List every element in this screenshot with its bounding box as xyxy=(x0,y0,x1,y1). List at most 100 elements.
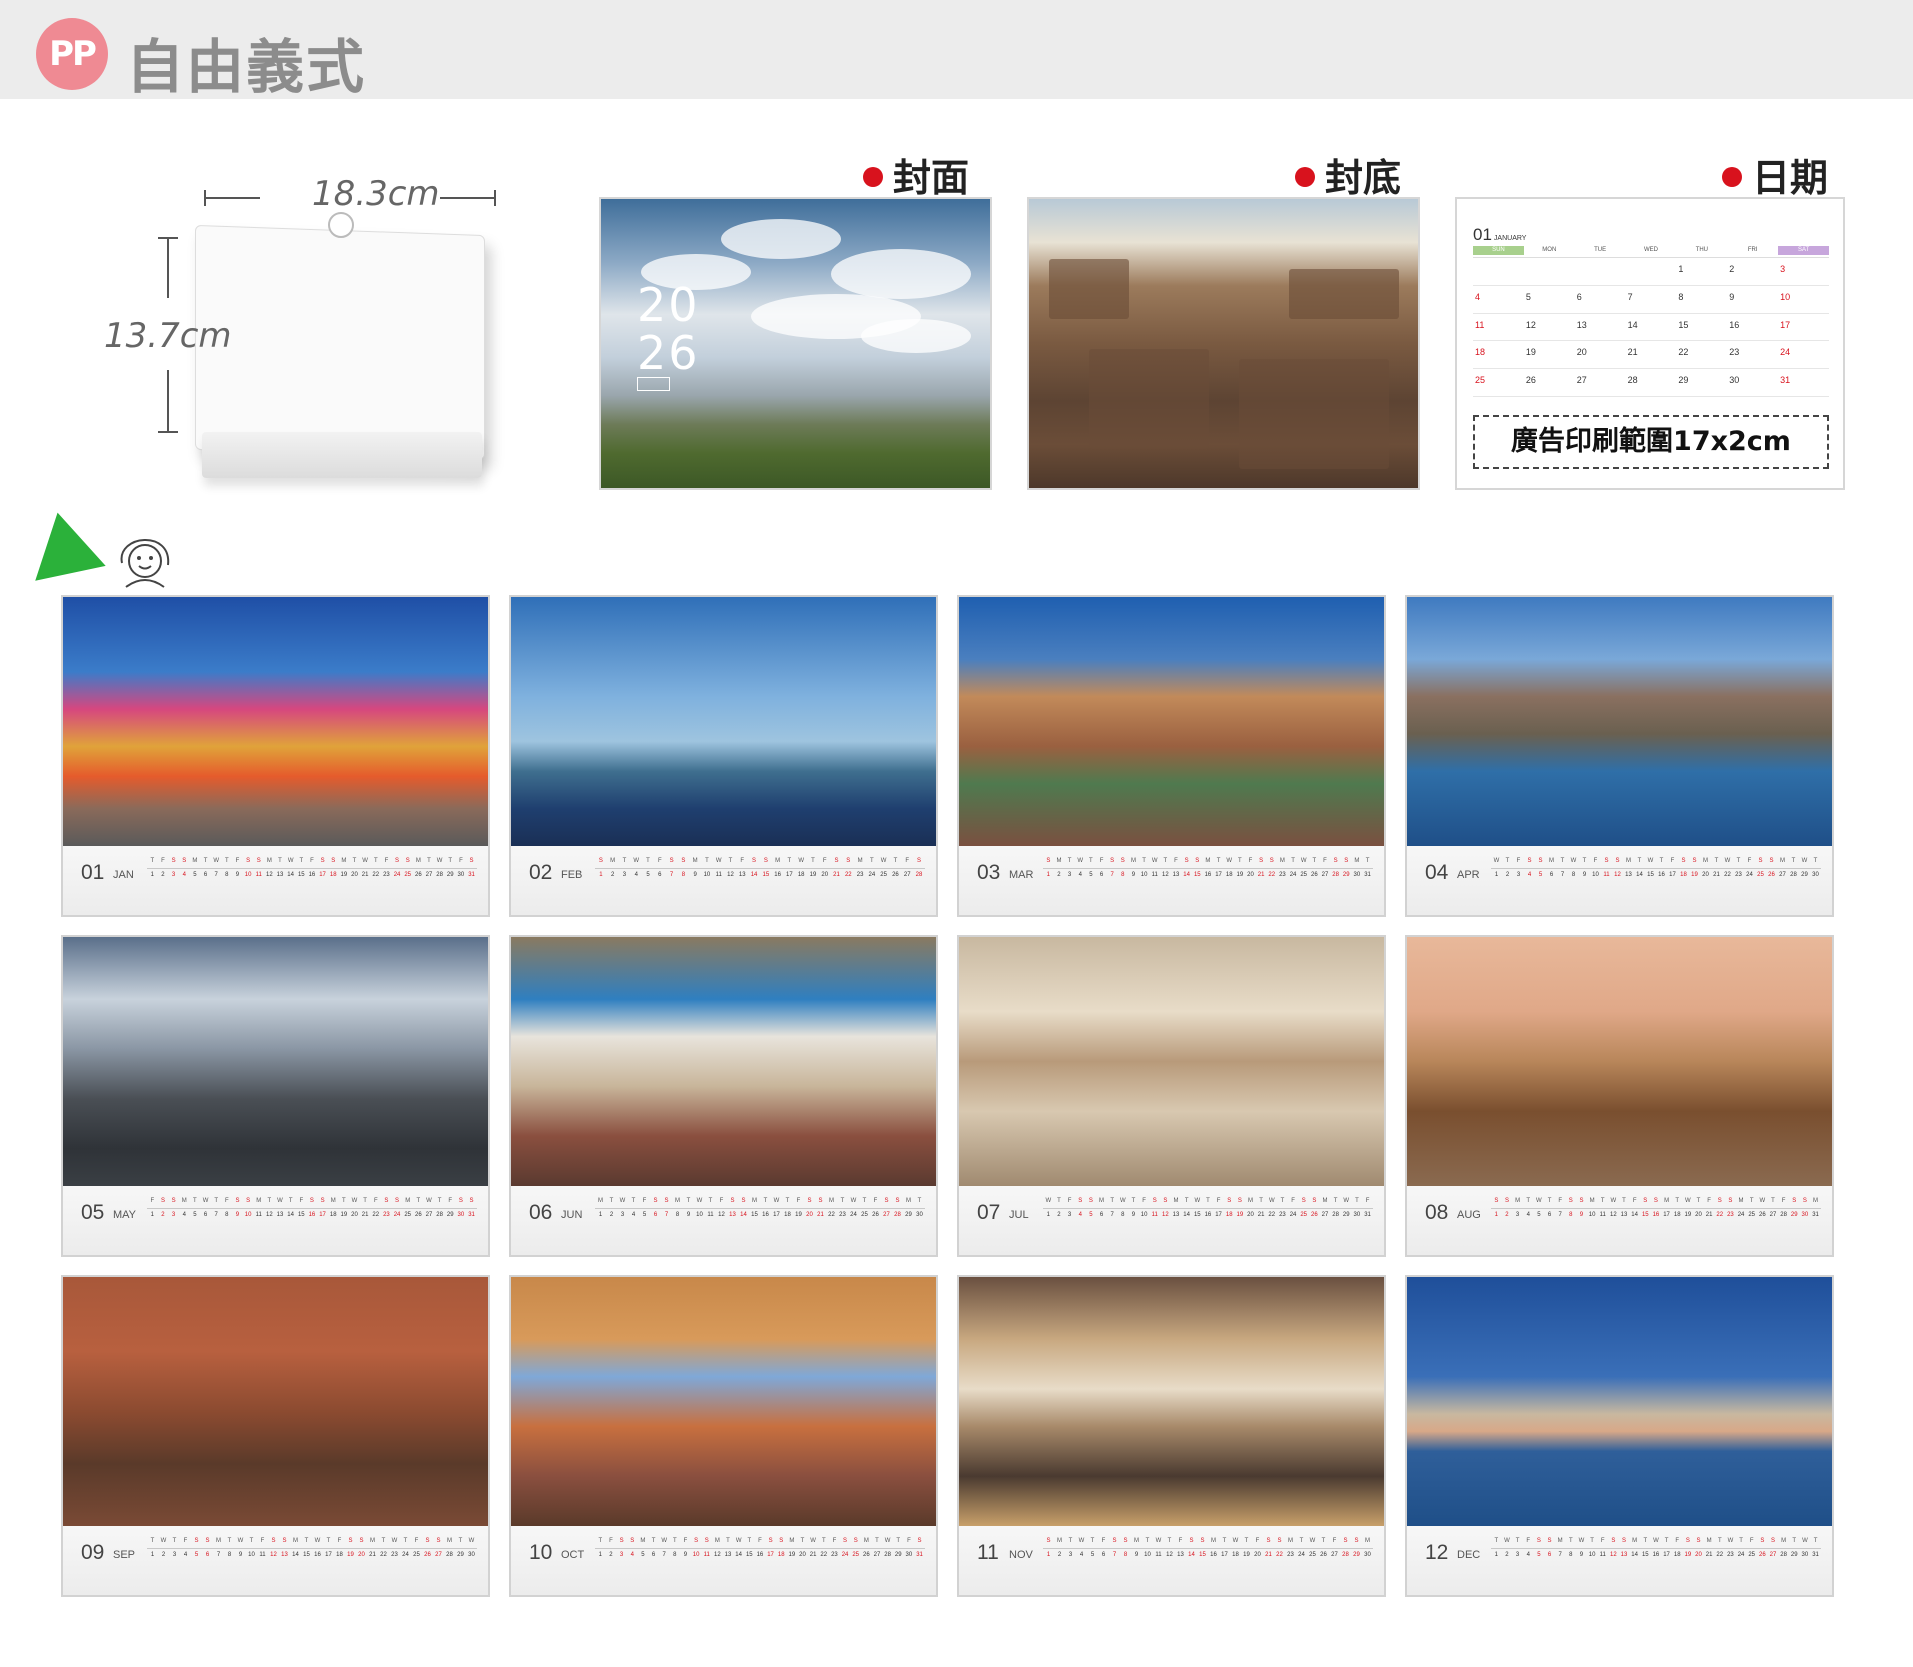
weekday-tue: TUE xyxy=(1594,247,1607,253)
date-cell: 1 xyxy=(1676,258,1728,286)
date-cell: 22 xyxy=(1676,341,1728,370)
month-day-strip: SMTWTFSSMTWTFSSMTWTFSSMTWTFSSMT123456789… xyxy=(1046,858,1371,878)
month-name: APR xyxy=(1457,869,1480,881)
month-divider xyxy=(147,1548,477,1549)
month-photo xyxy=(63,597,488,846)
month-page-nov: 11 NOV S M T W T F S S M T W T F S S M T W T F S S M T W T F S S M 1 2 3 4 5… xyxy=(957,1275,1386,1597)
date-cell: 12 xyxy=(1523,314,1575,342)
date-cell: 20 xyxy=(1574,341,1626,370)
month-name: JUN xyxy=(561,1209,583,1221)
pp-badge: PP xyxy=(36,18,108,90)
month-day-strip: FSSMTWTFSSMTWTFSSMTWTFSSMTWTFSS123456789… xyxy=(150,1198,475,1218)
width-label: 18.3cm xyxy=(312,174,440,214)
month-number: 09 xyxy=(81,1541,105,1564)
month-page-mar: 03 MAR S M T W T F S S M T W T F S S M T W T F S S M T W T F S S M T 1 2 3 4… xyxy=(957,595,1386,917)
page-header: PP 自由義式 xyxy=(0,0,1913,101)
month-number: 11 xyxy=(977,1541,999,1564)
cover-year: 20 26 xyxy=(637,278,700,380)
green-triangle-icon xyxy=(22,505,106,581)
red-dot-icon xyxy=(1722,166,1742,187)
date-cell: 21 xyxy=(1625,341,1677,370)
month-photo xyxy=(63,1277,488,1526)
cover-preview: 20 26 xyxy=(599,197,992,490)
month-photo xyxy=(959,1277,1384,1526)
date-cell: 6 xyxy=(1574,286,1626,314)
back-cover-preview xyxy=(1027,197,1420,490)
date-grid: 1 2 3 4 5 6 7 8 9 10 11 12 13 14 15 16 17 18 19 20 21 22 23 24 2… xyxy=(1473,257,1829,397)
height-label: 13.7cm xyxy=(104,316,232,356)
date-cell: 15 xyxy=(1676,314,1728,342)
month-day-strip: SMTWTFSSMTWTFSSMTWTFSSMTWTFSSM1234567891… xyxy=(1046,1538,1371,1558)
date-cell: 17 xyxy=(1778,314,1829,342)
date-cell xyxy=(1523,258,1575,286)
red-dot-icon xyxy=(863,166,883,187)
date-page-month: 01 JANUARY xyxy=(1473,225,1527,244)
month-day-strip: SSMTWTFSSMTWTFSSMTWTFSSMTWTFSSM123456789… xyxy=(1494,1198,1819,1218)
month-number: 01 xyxy=(81,861,105,884)
month-day-strip: S M T W T F S S M T W T F S S M T W T F S S M T W T F S 1 2 3 4 5 6 7 8 9 10 1… xyxy=(598,858,923,878)
month-number: 10 xyxy=(529,1541,553,1564)
month-divider xyxy=(1043,1208,1373,1209)
month-number: 12 xyxy=(1425,1541,1449,1564)
date-cell: 11 xyxy=(1473,314,1524,342)
month-photo xyxy=(959,597,1384,846)
month-page-aug: 08 AUG S S M T W T F S S M T W T F S S M T W T F S S M T W T F S S M 1 2 3 4… xyxy=(1405,935,1834,1257)
month-photo xyxy=(1407,937,1832,1186)
month-photo xyxy=(1407,597,1832,846)
month-photo xyxy=(511,1277,936,1526)
month-divider xyxy=(1043,1548,1373,1549)
month-day-strip: WTFSSMTWTFSSMTWTFSSMTWTFSSMTWT1234567891… xyxy=(1493,858,1819,878)
month-page-jan: 01 JAN T F S S M T W T F S S M T W T F S S M T W T F S S M T W T F S 1 2 3 4… xyxy=(61,595,490,917)
date-cell: 3 xyxy=(1778,258,1829,286)
date-cell: 29 xyxy=(1676,369,1728,397)
ad-print-area: 廣告印刷範圍17x2cm xyxy=(1473,415,1829,469)
date-cell xyxy=(1574,258,1626,286)
date-cell xyxy=(1625,258,1677,286)
month-day-strip: TFSSMTWTFSSMTWTFSSMTWTFSSMTWTFS123456789… xyxy=(150,858,475,878)
month-page-jun: 06 JUN M T W T F S S M T W T F S S M T W T F S S M T W T F S S M T 1 2 3 4 5… xyxy=(509,935,938,1257)
calendar-board xyxy=(195,224,485,461)
weekday-wed: WED xyxy=(1644,247,1658,253)
month-photo xyxy=(63,937,488,1186)
month-photo xyxy=(1407,1277,1832,1526)
weekday-header: SUN MON TUE WED THU FRI SAT xyxy=(1473,246,1830,255)
month-number: 07 xyxy=(977,1201,1001,1224)
back-label: 封底 xyxy=(1295,147,1401,202)
date-cell: 16 xyxy=(1727,314,1779,342)
date-label: 日期 xyxy=(1722,147,1828,202)
month-name: MAR xyxy=(1009,869,1034,881)
page-title: 自由義式 xyxy=(126,33,367,101)
month-photo xyxy=(511,597,936,846)
date-cell: 23 xyxy=(1727,341,1779,370)
month-day-strip: MTWTFSSMTWTFSSMTWTFSSMTWTFSSMT1234567891… xyxy=(598,1198,923,1218)
date-cell: 18 xyxy=(1473,341,1524,370)
month-divider xyxy=(147,868,477,869)
month-divider xyxy=(1491,1548,1821,1549)
cover-label: 封面 xyxy=(863,147,969,202)
weekday-sun: SUN xyxy=(1473,246,1524,255)
month-page-dec: 12 DEC T W T F S S M T W T F S S M T W T F S S M T W T F S S M T W T 1 2 3 4… xyxy=(1405,1275,1834,1597)
month-name: MAY xyxy=(113,1209,137,1221)
weekday-fri: FRI xyxy=(1747,247,1758,253)
product-sketch: 18.3cm 13.7cm xyxy=(100,170,520,500)
month-divider xyxy=(1043,868,1373,869)
month-day-strip: TWTFSSMTWTFSSMTWTFSSMTWTFSSMTW1234567891… xyxy=(150,1538,475,1558)
month-name: OCT xyxy=(561,1549,585,1561)
month-photo xyxy=(511,937,936,1186)
month-photo xyxy=(959,937,1384,1186)
date-cell: 19 xyxy=(1523,341,1575,370)
date-page-preview: 01 JANUARY SUN MON TUE WED THU FRI SAT 12345678… xyxy=(1455,197,1845,490)
month-name: AUG xyxy=(1457,1209,1481,1221)
month-name: DEC xyxy=(1457,1549,1481,1561)
month-number: 06 xyxy=(529,1201,553,1224)
month-name: SEP xyxy=(113,1549,136,1561)
month-page-feb: 02 FEB S M T W T F S S M T W T F S S M T W T F S S M T W T F S 1 2 3 4 5 6 7… xyxy=(509,595,938,917)
date-cell: 5 xyxy=(1523,286,1575,314)
date-cell: 31 xyxy=(1778,369,1829,397)
month-name: FEB xyxy=(561,869,583,881)
date-cell: 13 xyxy=(1574,314,1626,342)
month-number: 05 xyxy=(81,1201,105,1224)
month-divider xyxy=(595,1208,925,1209)
month-divider xyxy=(1491,868,1821,869)
month-page-sep: 09 SEP T W T F S S M T W T F S S M T W T F S S M T W T F S S M T W 1 2 3 4 5… xyxy=(61,1275,490,1597)
